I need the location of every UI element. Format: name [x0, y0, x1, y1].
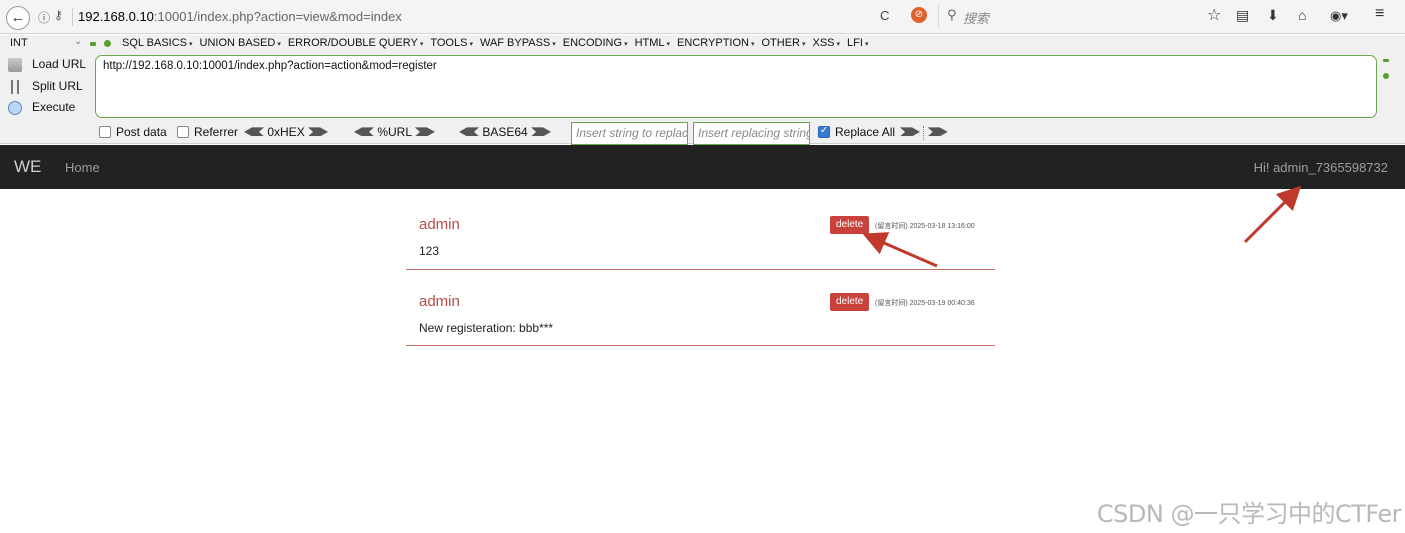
annotation-arrows [862, 185, 1302, 268]
watermark: CSDN @一只学习中的CTFer [1096, 500, 1402, 528]
annotation-arrow-greeting [1243, 185, 1302, 244]
annotation-arrow-delete [862, 232, 938, 268]
